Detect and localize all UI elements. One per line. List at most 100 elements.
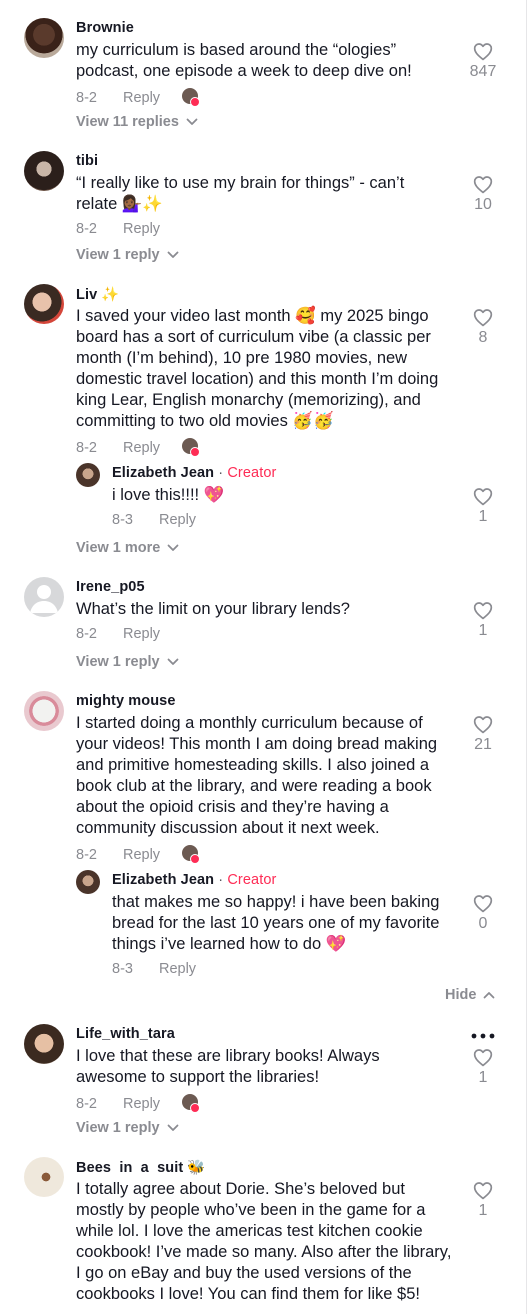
chevron-down-icon <box>186 118 198 125</box>
creator-liked-badge <box>182 438 202 458</box>
reply-meta: 8-3 Reply <box>112 512 196 528</box>
reply-like-column: 1 <box>463 487 503 526</box>
like-count: 1 <box>478 508 488 525</box>
heart-icon[interactable] <box>473 1181 493 1200</box>
comment-username[interactable]: mighty mouse <box>76 693 176 709</box>
reply-avatar[interactable] <box>76 870 100 894</box>
comment-text: I love that these are library books! Alw… <box>76 1047 380 1086</box>
reply-button[interactable]: Reply <box>159 961 196 977</box>
comment-meta: 8-2 Reply <box>76 88 202 108</box>
hide-label: Hide <box>445 987 477 1003</box>
comment-meta: 8-2 Reply <box>76 845 202 865</box>
chevron-down-icon <box>167 1124 178 1131</box>
heart-icon[interactable] <box>473 715 493 734</box>
like-column: 847 <box>463 42 503 81</box>
view-more-button[interactable]: View 1 more <box>76 540 179 556</box>
reply-username[interactable]: Elizabeth Jean · Creator <box>112 465 276 481</box>
comment-text: I totally agree about Dorie. She’s belov… <box>76 1180 452 1303</box>
view-replies-button[interactable]: View 1 reply <box>76 1120 179 1136</box>
reply-text: that makes me so happy! i have been baki… <box>112 893 440 953</box>
avatar[interactable] <box>24 1157 64 1197</box>
avatar[interactable] <box>24 151 64 191</box>
view-replies-label: View 11 replies <box>76 114 179 130</box>
chevron-down-icon <box>167 251 178 258</box>
comment-meta: 8-2 Reply <box>76 438 202 458</box>
like-count: 8 <box>478 329 488 346</box>
like-count: 1 <box>478 1202 488 1219</box>
separator-dot: · <box>218 872 224 888</box>
comment-date: 8-2 <box>76 90 97 106</box>
more-options-icon[interactable] <box>471 1033 495 1039</box>
hide-replies-button[interactable]: Hide <box>445 987 495 1003</box>
like-column: 1 <box>463 1048 503 1087</box>
like-column: 21 <box>463 715 503 754</box>
like-count: 21 <box>474 736 492 753</box>
reply-date: 8-3 <box>112 961 133 977</box>
like-count: 10 <box>474 196 492 213</box>
creator-liked-badge <box>182 845 202 865</box>
heart-icon[interactable] <box>473 175 493 194</box>
comment-username[interactable]: Liv ✨ <box>76 286 120 303</box>
comment-username[interactable]: Bees in a suit 🐝 <box>76 1159 206 1176</box>
like-column: 10 <box>463 175 503 214</box>
reply-like-column: 0 <box>463 894 503 933</box>
like-column: 8 <box>463 308 503 347</box>
comment-username[interactable]: Life_with_tara <box>76 1026 175 1042</box>
creator-badge: Creator <box>227 465 277 481</box>
reply-button[interactable]: Reply <box>123 1096 160 1112</box>
avatar[interactable] <box>24 18 64 58</box>
comment-username[interactable]: Brownie <box>76 20 134 36</box>
comment-meta: 8-2 Reply <box>76 221 160 237</box>
reply-button[interactable]: Reply <box>123 626 160 642</box>
view-more-label: View 1 more <box>76 540 161 556</box>
like-count: 0 <box>478 915 488 932</box>
like-column: 1 <box>463 1181 503 1220</box>
view-replies-button[interactable]: View 1 reply <box>76 247 179 263</box>
heart-icon[interactable] <box>473 308 493 327</box>
heart-icon[interactable] <box>473 601 493 620</box>
comment-username[interactable]: tibi <box>76 153 98 169</box>
scrollbar-track[interactable] <box>526 0 530 1314</box>
view-replies-label: View 1 reply <box>76 247 160 263</box>
creator-liked-badge <box>182 88 202 108</box>
reply-button[interactable]: Reply <box>123 440 160 456</box>
reply-meta: 8-3 Reply <box>112 961 196 977</box>
like-count: 1 <box>478 1069 488 1086</box>
creator-liked-badge <box>182 1094 202 1114</box>
view-replies-label: View 1 reply <box>76 654 160 670</box>
comment-date: 8-2 <box>76 847 97 863</box>
heart-icon[interactable] <box>473 487 493 506</box>
comment-date: 8-2 <box>76 626 97 642</box>
comment-date: 8-2 <box>76 1096 97 1112</box>
reply-button[interactable]: Reply <box>123 221 160 237</box>
chevron-up-icon <box>484 992 495 999</box>
default-avatar-icon <box>30 585 58 613</box>
reply-button[interactable]: Reply <box>159 512 196 528</box>
view-replies-button[interactable]: View 11 replies <box>76 114 198 130</box>
avatar[interactable] <box>24 1024 64 1064</box>
comment-username[interactable]: Irene_p05 <box>76 579 145 595</box>
comment-text: my curriculum is based around the “ologi… <box>76 41 412 80</box>
avatar[interactable] <box>24 691 64 731</box>
avatar[interactable] <box>24 284 64 324</box>
comment-text: “I really like to use my brain for thing… <box>76 174 405 213</box>
comment-date: 8-2 <box>76 440 97 456</box>
view-replies-label: View 1 reply <box>76 1120 160 1136</box>
reply-button[interactable]: Reply <box>123 847 160 863</box>
view-replies-button[interactable]: View 1 reply <box>76 654 179 670</box>
avatar[interactable] <box>24 577 64 617</box>
reply-username[interactable]: Elizabeth Jean · Creator <box>112 872 276 888</box>
heart-icon[interactable] <box>473 1048 493 1067</box>
chevron-down-icon <box>167 544 179 551</box>
like-column: 1 <box>463 601 503 640</box>
heart-icon[interactable] <box>473 42 493 61</box>
like-count: 847 <box>469 63 497 80</box>
chevron-down-icon <box>167 658 178 665</box>
separator-dot: · <box>218 465 224 481</box>
comment-date: 8-2 <box>76 221 97 237</box>
comment-meta: 8-2 Reply <box>76 1094 202 1114</box>
reply-avatar[interactable] <box>76 463 100 487</box>
comment-text: I saved your video last month 🥰 my 2025 … <box>76 307 439 430</box>
heart-icon[interactable] <box>473 894 493 913</box>
reply-button[interactable]: Reply <box>123 90 160 106</box>
